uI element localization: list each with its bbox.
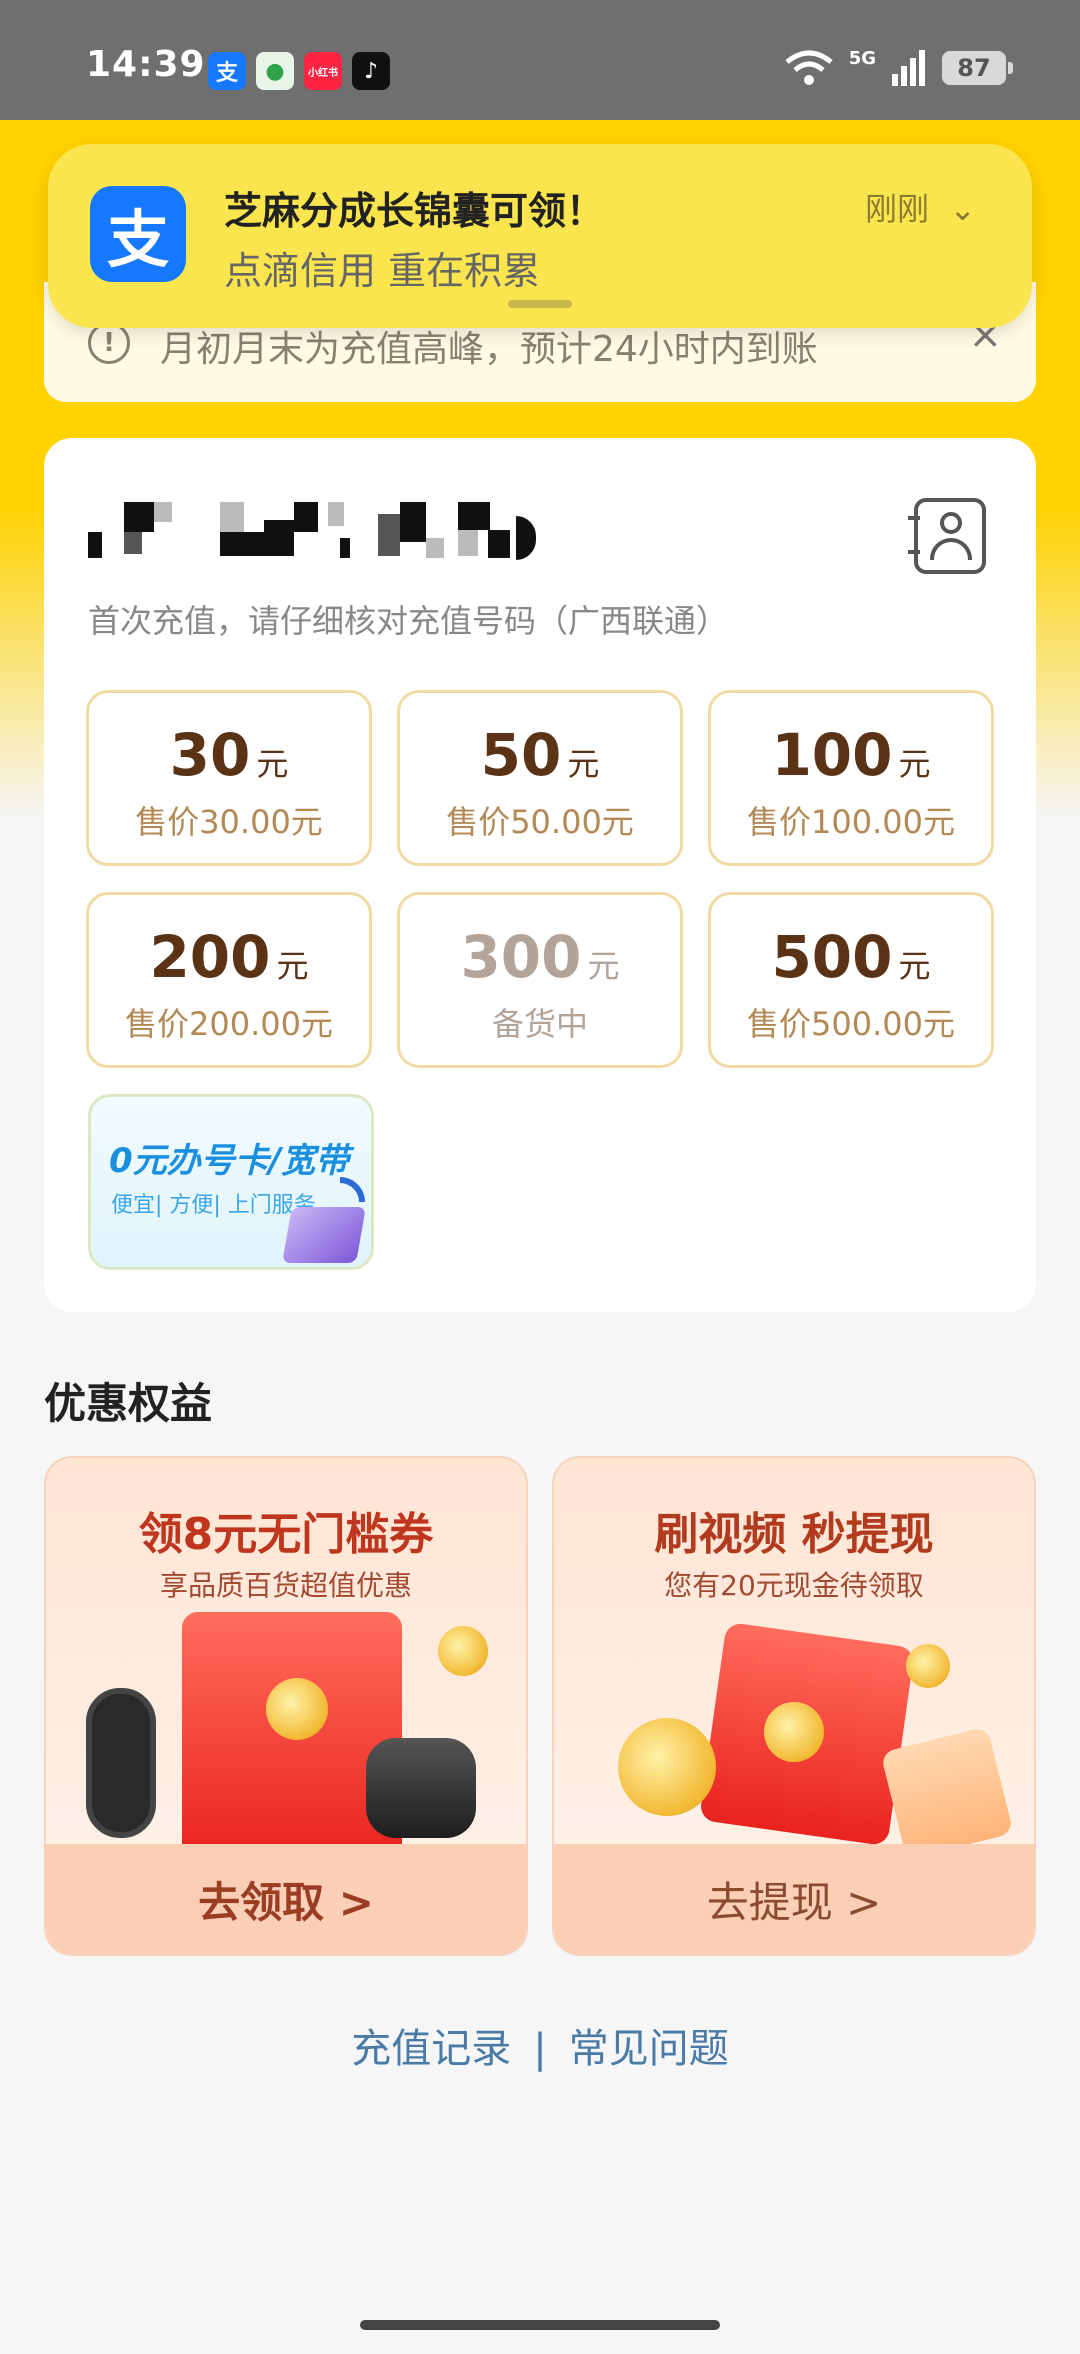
green-app-icon: ● (256, 52, 294, 90)
option-amount: 300 元 (460, 923, 620, 991)
option-amount: 500 元 (771, 923, 931, 991)
benefit-title: 领8元无门槛券 (138, 1509, 434, 1560)
recharge-option-100[interactable]: 100 元 售价100.00元 (708, 690, 994, 866)
router-box-graphic (282, 1207, 366, 1263)
status-indicators: 5G 87 (783, 48, 1013, 88)
faq-link[interactable]: 常见问题 (569, 2026, 729, 2072)
alipay-app-icon: 支 (90, 186, 186, 282)
coin-image-small (906, 1644, 950, 1688)
clock: 14:39 (86, 44, 206, 85)
option-price: 售价50.00元 (446, 803, 634, 841)
recharge-option-50[interactable]: 50 元 售价50.00元 (397, 690, 683, 866)
option-price: 售价200.00元 (125, 1005, 333, 1043)
benefit-card-coupon[interactable]: 领8元无门槛券 享品质百货超值优惠 去领取 > (44, 1456, 528, 1956)
envelope-seal (266, 1678, 328, 1740)
option-amount: 100 元 (771, 721, 931, 789)
battery-icon: 87 (942, 51, 1013, 85)
benefit-subtitle: 享品质百货超值优惠 (159, 1569, 412, 1602)
option-amount: 30 元 (169, 721, 289, 789)
footer-links: 充值记录 | 常见问题 (0, 2016, 1080, 2074)
option-amount: 50 元 (480, 721, 600, 789)
envelope-seal (764, 1702, 824, 1762)
notification-time[interactable]: 刚刚 ⌄ (865, 184, 976, 230)
info-icon: ! (88, 322, 130, 364)
signal-icon (892, 50, 925, 86)
recharge-option-30[interactable]: 30 元 售价30.00元 (86, 690, 372, 866)
option-price: 售价30.00元 (135, 803, 323, 841)
notification-time-label: 刚刚 (865, 190, 930, 228)
tiktok-icon: ♪ (352, 52, 390, 90)
recharge-option-300: 300 元 备货中 (397, 892, 683, 1068)
notification-subtitle: 点滴信用 重在积累 (224, 249, 541, 293)
notification-title: 芝麻分成长锦囊可领！ (224, 189, 605, 233)
option-price: 售价100.00元 (747, 803, 955, 841)
battery-level: 87 (957, 54, 991, 82)
promo-title: 0元办号卡/宽带 (109, 1141, 350, 1181)
benefit-title: 刷视频 秒提现 (654, 1509, 934, 1560)
promo-subtitle: 便宜| 方便| 上门服务 (111, 1193, 316, 1218)
recharge-hint: 首次充值，请仔细核对充值号码（广西联通） (88, 602, 729, 640)
contacts-icon[interactable] (908, 498, 986, 574)
alipay-icon: 支 (208, 52, 246, 90)
smartwatch-image (86, 1688, 156, 1838)
recharge-option-200[interactable]: 200 元 售价200.00元 (86, 892, 372, 1068)
option-amount: 200 元 (149, 923, 309, 991)
coin-image (618, 1718, 716, 1816)
withdraw-cash-button[interactable]: 去提现 > (554, 1844, 1034, 1954)
phone-number-masked[interactable] (88, 486, 708, 576)
home-indicator[interactable] (360, 2320, 720, 2330)
xiaohongshu-icon: 小红书 (304, 52, 342, 90)
sim-broadband-promo[interactable]: 0元办号卡/宽带 便宜| 方便| 上门服务 (88, 1094, 374, 1270)
chevron-down-icon[interactable]: ⌄ (949, 190, 976, 228)
status-bar: 14:39 支 ● 小红书 ♪ 5G 87 (0, 0, 1080, 120)
link-separator: | (533, 2026, 547, 2072)
network-label: 5G (848, 48, 876, 69)
notification-banner[interactable]: 支 芝麻分成长锦囊可领！ 点滴信用 重在积累 刚刚 ⌄ (48, 144, 1032, 328)
recharge-option-500[interactable]: 500 元 售价500.00元 (708, 892, 994, 1068)
recharge-history-link[interactable]: 充值记录 (351, 2026, 511, 2072)
benefit-card-video-cash[interactable]: 刷视频 秒提现 您有20元现金待领取 去提现 > (552, 1456, 1036, 1956)
drag-handle[interactable] (508, 300, 572, 308)
option-price: 售价500.00元 (747, 1005, 955, 1043)
coin-image (438, 1626, 488, 1676)
wifi-icon (785, 50, 833, 85)
section-title-benefits: 优惠权益 (44, 1379, 213, 1428)
option-price: 备货中 (491, 1005, 588, 1043)
earbuds-case-image (366, 1738, 476, 1838)
recharge-card: 首次充值，请仔细核对充值号码（广西联通） 30 元 售价30.00元 50 元 售价… (44, 438, 1036, 1312)
claim-coupon-button[interactable]: 去领取 > (46, 1844, 526, 1954)
benefit-subtitle: 您有20元现金待领取 (664, 1569, 924, 1602)
